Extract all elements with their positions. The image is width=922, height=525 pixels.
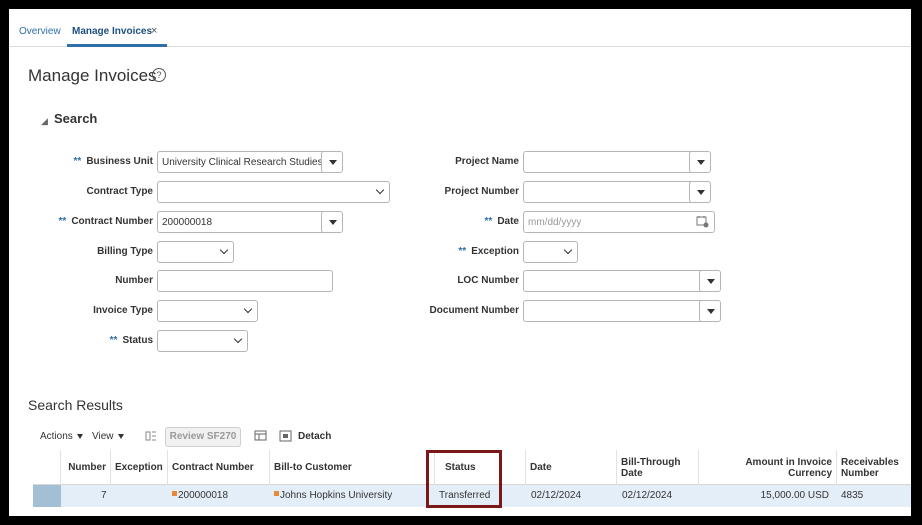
chevron-down-icon (375, 185, 385, 195)
actions-menu[interactable]: Actions (40, 431, 83, 442)
document-number-label: Document Number (429, 305, 519, 316)
view-menu[interactable]: View (92, 431, 124, 442)
billing-type-label: Billing Type (97, 246, 153, 257)
business-unit-dropdown-button[interactable] (321, 152, 342, 172)
contract-number-label: ** Contract Number (58, 216, 153, 227)
search-section-title[interactable]: Search (54, 111, 97, 126)
business-unit-field[interactable]: University Clinical Research Studies (157, 151, 343, 173)
chevron-down-icon (563, 245, 573, 255)
caret-down-icon (117, 433, 124, 439)
chevron-down-icon (219, 245, 229, 255)
column-header-bill-to-customer[interactable]: Bill-to Customer (270, 450, 435, 485)
chevron-down-icon (233, 334, 243, 344)
tab-manage-invoices[interactable]: Manage Invoices (72, 26, 152, 37)
column-header-exception[interactable]: Exception (111, 450, 168, 485)
project-name-field[interactable] (523, 151, 711, 173)
page-title: Manage Invoices (28, 66, 157, 85)
cell-date: 02/12/2024 (531, 490, 582, 501)
status-label: ** Status (109, 335, 153, 346)
freeze-icon[interactable] (254, 429, 268, 443)
flag-icon (172, 491, 177, 496)
document-number-dropdown-button[interactable] (699, 301, 720, 321)
detach-icon[interactable] (279, 429, 293, 443)
caret-down-icon (76, 433, 83, 439)
project-name-dropdown-button[interactable] (689, 152, 710, 172)
tab-overview[interactable]: Overview (19, 26, 61, 37)
contract-type-select[interactable] (157, 181, 390, 203)
review-sf270-button[interactable]: Review SF270 (165, 427, 241, 447)
column-header-receivables-number[interactable]: Receivables Number (837, 450, 911, 485)
project-number-field[interactable] (523, 181, 711, 203)
loc-number-field[interactable] (523, 270, 721, 292)
app-frame: Overview Manage Invoices × Manage Invoic… (9, 9, 911, 516)
cell-number: 7 (101, 490, 107, 501)
loc-number-dropdown-button[interactable] (699, 271, 720, 291)
column-header-contract-number[interactable]: Contract Number (168, 450, 270, 485)
format-columns-icon[interactable] (144, 429, 158, 443)
column-header-date[interactable]: Date (526, 450, 617, 485)
contract-type-label: Contract Type (86, 186, 154, 197)
loc-number-label: LOC Number (457, 275, 519, 286)
contract-number-field[interactable]: 200000018 (157, 211, 343, 233)
contract-number-dropdown-button[interactable] (321, 212, 342, 232)
cell-amount: 15,000.00 USD (760, 490, 829, 501)
tab-bar: Overview Manage Invoices × (9, 9, 911, 47)
number-input[interactable] (157, 270, 333, 292)
flag-icon (274, 491, 279, 496)
status-highlight-box (426, 450, 502, 508)
help-icon[interactable]: ? (152, 68, 166, 82)
cell-bill-to-customer[interactable]: Johns Hopkins University (274, 490, 392, 501)
billing-type-select[interactable] (157, 241, 234, 263)
close-tab-icon[interactable]: × (151, 25, 157, 37)
business-unit-label: ** Business Unit (73, 156, 153, 167)
project-name-label: Project Name (455, 156, 519, 167)
search-results-title: Search Results (28, 397, 123, 413)
column-header-number[interactable]: Number (61, 450, 111, 485)
selector-column-header (33, 450, 61, 485)
cell-receivables-number: 4835 (841, 490, 864, 501)
row-selector[interactable] (33, 485, 61, 507)
cell-contract-number[interactable]: 200000018 (172, 490, 228, 501)
status-select[interactable] (157, 330, 248, 352)
column-header-amount[interactable]: Amount in Invoice Currency (699, 450, 837, 485)
collapse-search-icon[interactable]: ◢ (41, 116, 48, 127)
active-tab-indicator (67, 44, 167, 47)
cell-bill-through-date: 02/12/2024 (622, 490, 673, 501)
document-number-field[interactable] (523, 300, 721, 322)
date-input[interactable]: mm/dd/yyyy (523, 211, 715, 233)
calendar-icon[interactable] (696, 215, 709, 228)
exception-select[interactable] (523, 241, 578, 263)
date-label: ** Date (484, 216, 519, 227)
chevron-down-icon (243, 304, 253, 314)
project-number-dropdown-button[interactable] (689, 182, 710, 202)
number-label: Number (115, 275, 153, 286)
invoice-type-select[interactable] (157, 300, 258, 322)
invoice-type-label: Invoice Type (93, 305, 153, 316)
detach-button[interactable]: Detach (298, 431, 331, 442)
exception-label: ** Exception (458, 246, 519, 257)
project-number-label: Project Number (444, 186, 519, 197)
column-header-bill-through-date[interactable]: Bill-Through Date (617, 450, 699, 485)
